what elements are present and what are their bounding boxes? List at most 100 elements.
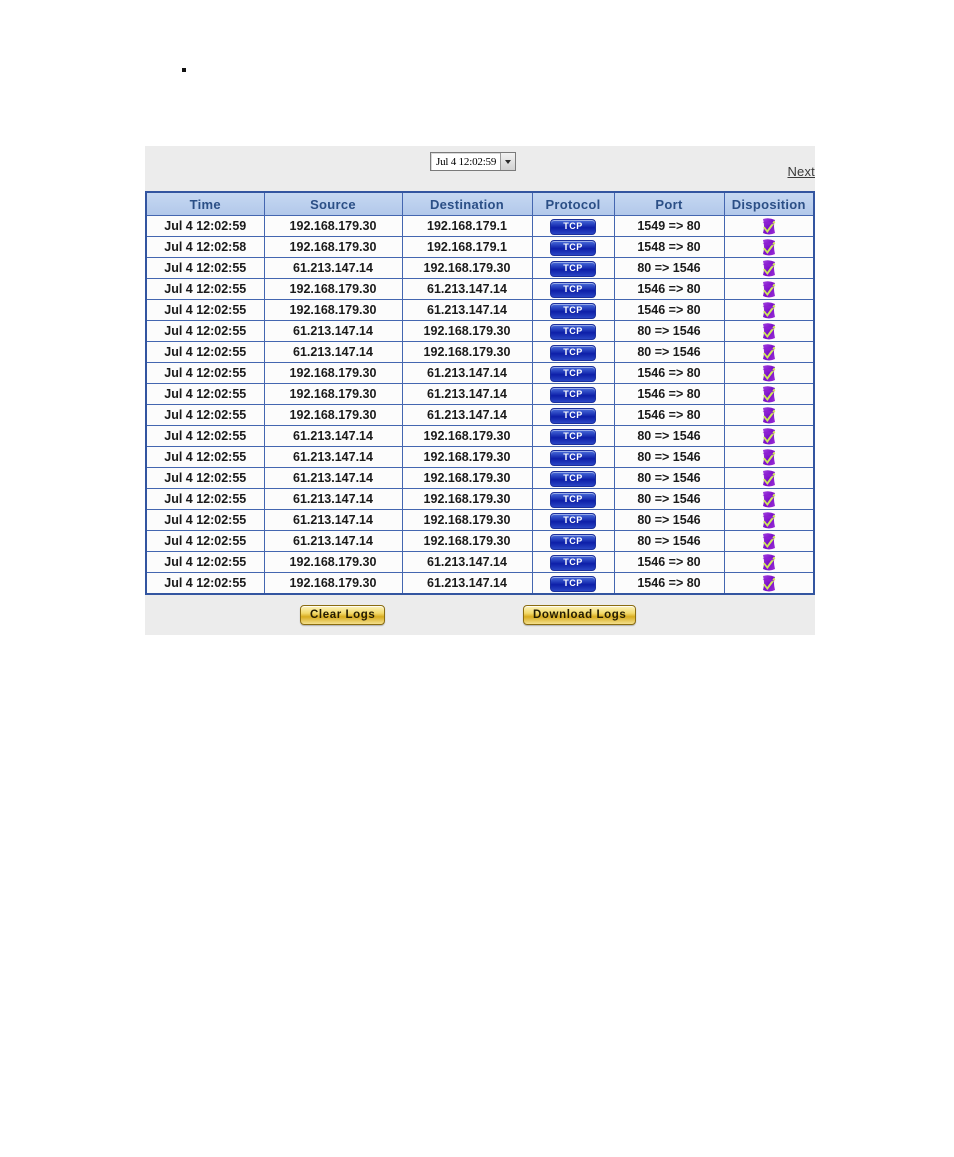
- cell-disposition: [723, 509, 815, 531]
- clear-logs-button[interactable]: Clear Logs: [300, 605, 386, 625]
- cell-time: Jul 4 12:02:55: [145, 467, 265, 489]
- allowed-swirl-icon: [762, 469, 776, 486]
- table-row[interactable]: Jul 4 12:02:58 192.168.179.30 192.168.179.…: [145, 236, 815, 258]
- cell-protocol: TCP: [531, 551, 615, 573]
- allowed-swirl-icon: [762, 574, 776, 591]
- cell-disposition: [723, 383, 815, 405]
- log-table: Time Source Destination Protocol Port Di…: [145, 191, 815, 595]
- cell-time: Jul 4 12:02:55: [145, 404, 265, 426]
- allowed-swirl-icon: [762, 238, 776, 255]
- download-logs-button[interactable]: Download Logs: [523, 605, 637, 625]
- cell-source: 61.213.147.14: [263, 425, 403, 447]
- cell-protocol: TCP: [531, 299, 615, 321]
- cell-source: 192.168.179.30: [263, 551, 403, 573]
- cell-disposition: [723, 530, 815, 552]
- cell-destination: 192.168.179.30: [401, 467, 533, 489]
- cell-port: 1546 => 80: [613, 551, 725, 573]
- column-header-port[interactable]: Port: [613, 191, 725, 216]
- cell-protocol: TCP: [531, 425, 615, 447]
- cell-source: 61.213.147.14: [263, 488, 403, 510]
- table-row[interactable]: Jul 4 12:02:55 192.168.179.30 61.213.147.1…: [145, 383, 815, 405]
- cell-port: 80 => 1546: [613, 530, 725, 552]
- protocol-badge: TCP: [550, 407, 596, 424]
- table-row[interactable]: Jul 4 12:02:55 192.168.179.30 61.213.147.1…: [145, 362, 815, 384]
- table-row[interactable]: Jul 4 12:02:55 192.168.179.30 61.213.147.1…: [145, 299, 815, 321]
- cell-disposition: [723, 425, 815, 447]
- table-row[interactable]: Jul 4 12:02:55 192.168.179.30 61.213.147.1…: [145, 404, 815, 426]
- cell-protocol: TCP: [531, 236, 615, 258]
- cell-time: Jul 4 12:02:59: [145, 215, 265, 237]
- cell-port: 1546 => 80: [613, 362, 725, 384]
- table-row[interactable]: Jul 4 12:02:55 61.213.147.14 192.168.179.3…: [145, 320, 815, 342]
- next-page-link[interactable]: Next: [787, 164, 815, 179]
- cell-port: 80 => 1546: [613, 446, 725, 468]
- table-row[interactable]: Jul 4 12:02:55 61.213.147.14 192.168.179.3…: [145, 488, 815, 510]
- cell-port: 1548 => 80: [613, 236, 725, 258]
- protocol-badge: TCP: [550, 344, 596, 361]
- protocol-badge: TCP: [550, 575, 596, 592]
- cell-port: 80 => 1546: [613, 509, 725, 531]
- cell-time: Jul 4 12:02:55: [145, 530, 265, 552]
- time-select[interactable]: Jul 4 12:02:59: [430, 152, 517, 171]
- cell-source: 192.168.179.30: [263, 236, 403, 258]
- column-header-source[interactable]: Source: [263, 191, 403, 216]
- protocol-badge: TCP: [550, 428, 596, 445]
- cell-disposition: [723, 551, 815, 573]
- cell-time: Jul 4 12:02:55: [145, 341, 265, 363]
- protocol-badge: TCP: [550, 302, 596, 319]
- allowed-swirl-icon: [762, 301, 776, 318]
- cell-port: 80 => 1546: [613, 341, 725, 363]
- cell-time: Jul 4 12:02:55: [145, 257, 265, 279]
- table-row[interactable]: Jul 4 12:02:55 192.168.179.30 61.213.147.1…: [145, 278, 815, 300]
- table-row[interactable]: Jul 4 12:02:55 61.213.147.14 192.168.179.3…: [145, 257, 815, 279]
- cell-port: 1549 => 80: [613, 215, 725, 237]
- cell-port: 1546 => 80: [613, 383, 725, 405]
- time-select-value: Jul 4 12:02:59: [436, 155, 497, 168]
- table-row[interactable]: Jul 4 12:02:55 61.213.147.14 192.168.179.3…: [145, 341, 815, 363]
- allowed-swirl-icon: [762, 343, 776, 360]
- cell-time: Jul 4 12:02:55: [145, 572, 265, 595]
- cell-source: 192.168.179.30: [263, 278, 403, 300]
- allowed-swirl-icon: [762, 511, 776, 528]
- cell-time: Jul 4 12:02:55: [145, 299, 265, 321]
- cell-source: 61.213.147.14: [263, 341, 403, 363]
- cell-source: 61.213.147.14: [263, 467, 403, 489]
- table-row[interactable]: Jul 4 12:02:55 61.213.147.14 192.168.179.3…: [145, 425, 815, 447]
- table-row[interactable]: Jul 4 12:02:55 192.168.179.30 61.213.147.1…: [145, 551, 815, 573]
- cell-protocol: TCP: [531, 467, 615, 489]
- cell-port: 1546 => 80: [613, 404, 725, 426]
- cell-destination: 192.168.179.30: [401, 425, 533, 447]
- table-row[interactable]: Jul 4 12:02:55 61.213.147.14 192.168.179.3…: [145, 509, 815, 531]
- log-button-bar: Clear Logs Download Logs: [145, 595, 815, 635]
- allowed-swirl-icon: [762, 322, 776, 339]
- protocol-badge: TCP: [550, 323, 596, 340]
- cell-destination: 61.213.147.14: [401, 299, 533, 321]
- table-row[interactable]: Jul 4 12:02:55 192.168.179.30 61.213.147.1…: [145, 572, 815, 595]
- cell-time: Jul 4 12:02:55: [145, 320, 265, 342]
- cell-time: Jul 4 12:02:55: [145, 551, 265, 573]
- protocol-badge: TCP: [550, 365, 596, 382]
- column-header-disposition[interactable]: Disposition: [723, 191, 815, 216]
- cell-disposition: [723, 488, 815, 510]
- cell-source: 192.168.179.30: [263, 215, 403, 237]
- cell-disposition: [723, 404, 815, 426]
- cell-destination: 192.168.179.30: [401, 530, 533, 552]
- table-row[interactable]: Jul 4 12:02:55 61.213.147.14 192.168.179.3…: [145, 446, 815, 468]
- cell-time: Jul 4 12:02:58: [145, 236, 265, 258]
- allowed-swirl-icon: [762, 364, 776, 381]
- cell-destination: 192.168.179.1: [401, 236, 533, 258]
- table-row[interactable]: Jul 4 12:02:55 61.213.147.14 192.168.179.3…: [145, 467, 815, 489]
- table-row[interactable]: Jul 4 12:02:55 61.213.147.14 192.168.179.3…: [145, 530, 815, 552]
- cell-disposition: [723, 362, 815, 384]
- column-header-time[interactable]: Time: [145, 191, 265, 216]
- column-header-destination[interactable]: Destination: [401, 191, 533, 216]
- cell-time: Jul 4 12:02:55: [145, 383, 265, 405]
- allowed-swirl-icon: [762, 406, 776, 423]
- cell-destination: 61.213.147.14: [401, 278, 533, 300]
- table-row[interactable]: Jul 4 12:02:59 192.168.179.30 192.168.179.…: [145, 215, 815, 237]
- chevron-down-icon[interactable]: [500, 153, 516, 170]
- cell-destination: 192.168.179.30: [401, 446, 533, 468]
- column-header-protocol[interactable]: Protocol: [531, 191, 615, 216]
- cell-port: 1546 => 80: [613, 278, 725, 300]
- log-toolbar: Jul 4 12:02:59 Next: [145, 146, 815, 191]
